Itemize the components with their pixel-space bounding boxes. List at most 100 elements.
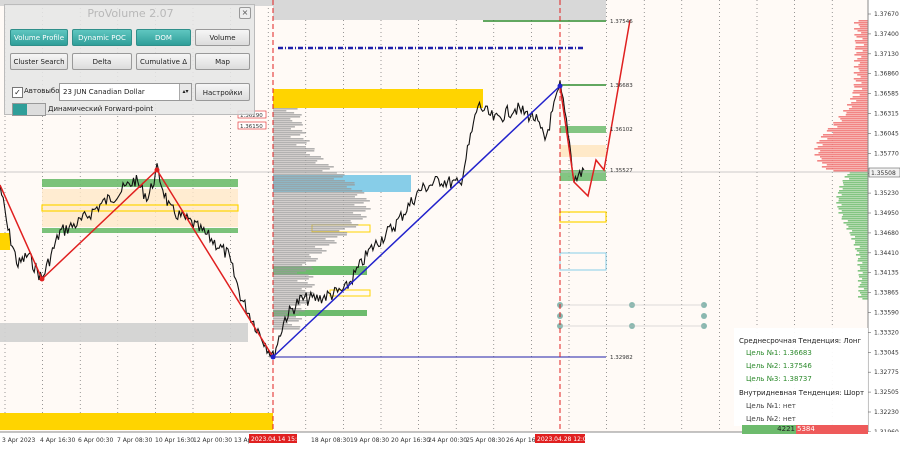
intraday-target-1: Цель №1: нет <box>746 402 796 410</box>
dropdown-arrow-icon[interactable]: ▴▾ <box>179 84 191 100</box>
volume-button[interactable]: Volume <box>195 29 250 46</box>
price-tick-label: 1.34135 <box>874 270 899 277</box>
dom-bar <box>847 220 868 222</box>
dom-bar <box>862 262 868 264</box>
cumulative-delta-button[interactable]: Cumulative Δ <box>136 53 191 70</box>
dom-bar <box>846 112 868 114</box>
dom-bar <box>854 40 868 42</box>
instrument-select[interactable]: 23 JUN Canadian Dollar ▴▾ <box>59 83 192 101</box>
dom-bar <box>817 160 868 162</box>
volume-bar <box>273 264 303 266</box>
wave-point-low[interactable] <box>39 276 45 282</box>
dom-bar <box>858 274 868 276</box>
dom-bar <box>821 158 868 160</box>
dom-bar <box>833 132 868 134</box>
time-tick-label: 10 Apr 16:30 <box>155 437 194 444</box>
cluster-search-button[interactable]: Cluster Search <box>10 53 68 70</box>
volume-bar <box>273 166 334 168</box>
close-icon[interactable]: × <box>239 7 251 19</box>
volume-bar <box>273 158 324 160</box>
trend-point-start[interactable] <box>270 354 276 360</box>
dom-bar <box>859 62 868 64</box>
dom-bar <box>855 248 868 250</box>
current-price-label: 1.35508 <box>871 170 896 177</box>
dom-bar <box>854 22 868 24</box>
toggle-knob <box>13 104 27 115</box>
volume-bar <box>273 292 314 294</box>
dom-bar <box>850 98 868 100</box>
delta-button[interactable]: Delta <box>72 53 132 70</box>
dom-bar <box>862 88 868 90</box>
dynamic-poc-button[interactable]: Dynamic POC <box>72 29 132 46</box>
volume-bar <box>273 146 306 148</box>
dom-bar <box>841 204 868 206</box>
dom-bar <box>827 128 868 130</box>
volume-bar <box>273 326 301 328</box>
dom-bar <box>843 184 868 186</box>
volume-bar <box>273 118 291 120</box>
volume-bar <box>273 116 301 118</box>
dom-bar <box>859 266 868 268</box>
price-tick-label: 1.35230 <box>874 190 899 197</box>
dom-bar <box>859 94 868 96</box>
dom-bar <box>854 86 868 88</box>
volume-bar <box>273 314 287 316</box>
volume-bar <box>273 122 302 124</box>
dom-bar <box>861 82 868 84</box>
dom-bar <box>855 254 868 256</box>
price-tick-label: 1.32775 <box>874 369 899 376</box>
dom-bar <box>842 182 868 184</box>
dom-bar <box>844 176 868 178</box>
volume-bar <box>273 290 306 292</box>
price-tick-label: 1.36315 <box>874 111 899 118</box>
time-tick-label: 4 Apr 16:30 <box>40 437 75 444</box>
price-tick-label: 1.32230 <box>874 409 899 416</box>
volume-bar <box>273 124 303 126</box>
dom-bar <box>859 246 868 248</box>
target-3: Цель №3: 1.38737 <box>746 375 812 383</box>
volume-bar <box>273 130 303 132</box>
dom-bar <box>857 264 868 266</box>
dom-bar <box>818 152 868 154</box>
volume-bar <box>273 272 298 274</box>
autoselect-checkbox[interactable]: ✓ <box>12 87 23 98</box>
dom-bar <box>837 192 868 194</box>
forward-point-toggle[interactable] <box>12 103 46 116</box>
dom-button[interactable]: DOM <box>136 29 191 46</box>
dom-bar <box>856 36 868 38</box>
settings-button[interactable]: Настройки <box>195 83 250 101</box>
beige-zone-1 <box>42 189 238 227</box>
dom-bar <box>855 236 868 238</box>
volume-bar <box>273 308 302 310</box>
volume-profile-button[interactable]: Volume Profile <box>10 29 68 46</box>
dom-bar <box>856 100 868 102</box>
volume-bar <box>273 266 312 268</box>
time-tick-label: 12 Apr 00:30 <box>193 437 232 444</box>
price-tick-label: 1.33045 <box>874 349 899 356</box>
dom-bar <box>854 242 868 244</box>
dom-bar <box>820 156 868 158</box>
wave-point-high[interactable] <box>154 167 160 173</box>
volume-bar <box>273 170 323 172</box>
volume-bar <box>273 194 358 196</box>
trend-point-end[interactable] <box>557 83 563 89</box>
dom-bar <box>843 110 868 112</box>
volume-bar <box>273 228 345 230</box>
volume-bar <box>273 204 355 206</box>
volume-bar <box>273 284 315 286</box>
volume-bar <box>273 200 370 202</box>
volume-bar <box>273 126 295 128</box>
time-highlight-left: 2023.04.14 15:30 <box>251 436 305 443</box>
price-tick-label: 1.34410 <box>874 250 899 257</box>
time-tick-label: 6 Apr 00:30 <box>78 437 113 444</box>
medium-trend-title: Среднесрочная Тенденция: Лонг <box>739 337 862 345</box>
dom-bar <box>862 272 868 274</box>
price-tick-label: 1.33865 <box>874 290 899 297</box>
dom-bar <box>841 194 868 196</box>
volume-bar <box>273 322 288 324</box>
map-button[interactable]: Map <box>195 53 250 70</box>
small-label-2: 1.36150 <box>240 124 263 130</box>
volume-bar <box>273 274 309 276</box>
dom-bar <box>816 142 868 144</box>
volume-bar <box>273 280 298 282</box>
